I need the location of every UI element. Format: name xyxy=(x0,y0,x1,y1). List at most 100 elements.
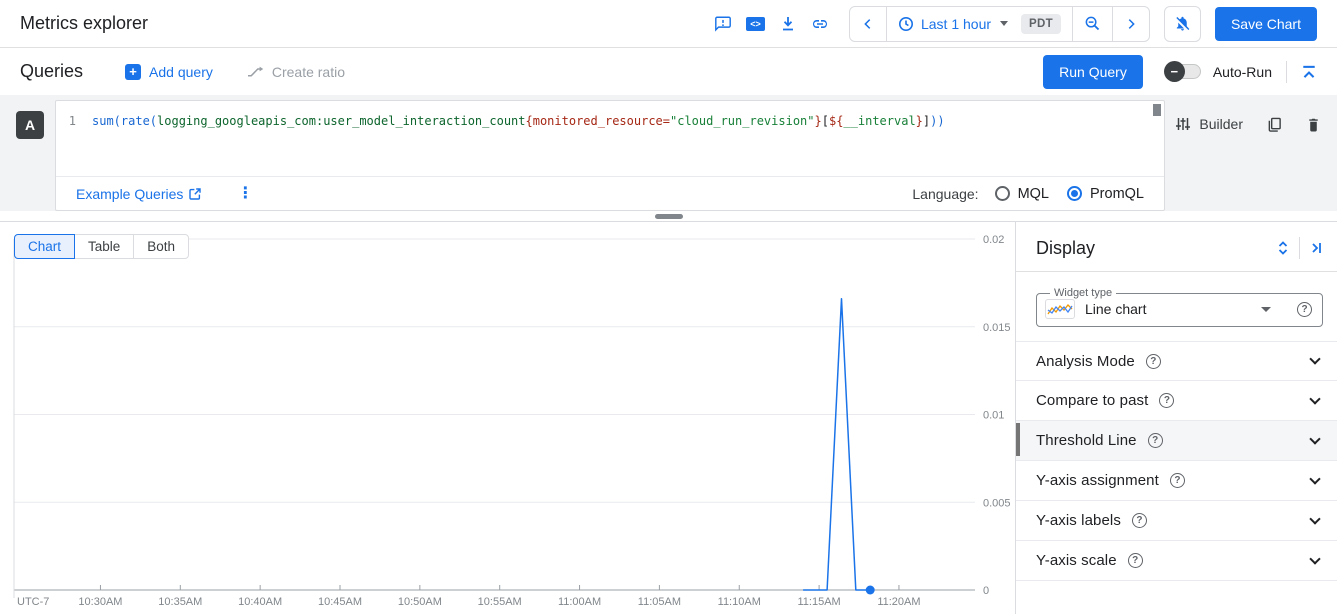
section-label: Y-axis assignment xyxy=(1036,472,1159,489)
time-back-button[interactable] xyxy=(850,7,886,41)
svg-text:10:45AM: 10:45AM xyxy=(318,596,362,608)
add-query-label: Add query xyxy=(149,64,213,80)
section-label: Y-axis scale xyxy=(1036,552,1117,569)
svg-text:11:00AM: 11:00AM xyxy=(558,596,601,608)
example-queries-link[interactable]: Example Queries xyxy=(76,186,201,202)
external-link-icon xyxy=(189,188,201,200)
section-label: Threshold Line xyxy=(1036,432,1137,449)
language-radio-promql[interactable]: PromQL xyxy=(1067,186,1144,202)
editor-scrollbar[interactable] xyxy=(1153,104,1161,116)
query-editor-section: A 1 sum(rate(logging_googleapis_com:user… xyxy=(0,95,1337,211)
time-range-label: Last 1 hour xyxy=(921,16,991,32)
line-number: 1 xyxy=(56,114,92,176)
language-radio-mql[interactable]: MQL xyxy=(995,186,1049,202)
chart-area: ChartTableBoth 00.0050.010.0150.0210:30A… xyxy=(0,222,1015,614)
builder-button[interactable]: Builder xyxy=(1175,116,1243,132)
timezone-badge: PDT xyxy=(1021,14,1061,34)
chevron-down-icon xyxy=(1309,553,1320,564)
tab-both[interactable]: Both xyxy=(133,234,189,259)
section-threshold-line[interactable]: Threshold Line xyxy=(1016,421,1337,461)
header: Metrics explorer Last 1 hour xyxy=(0,0,1337,48)
divider xyxy=(1299,237,1300,259)
add-query-button[interactable]: Add query xyxy=(125,64,213,80)
help-icon[interactable] xyxy=(1128,553,1143,568)
feedback-icon[interactable] xyxy=(714,15,732,33)
svg-text:11:15AM: 11:15AM xyxy=(797,596,840,608)
embed-code-icon[interactable] xyxy=(746,17,765,31)
toggle-knob-icon xyxy=(1164,61,1185,82)
svg-text:11:10AM: 11:10AM xyxy=(718,596,761,608)
auto-run-label: Auto-Run xyxy=(1213,64,1272,80)
radio-icon xyxy=(995,186,1010,201)
help-icon[interactable] xyxy=(1148,433,1163,448)
help-icon[interactable] xyxy=(1159,393,1174,408)
header-actions: Last 1 hour PDT Save Chart xyxy=(714,6,1317,42)
display-panel-title: Display xyxy=(1036,238,1095,259)
delete-query-button[interactable] xyxy=(1306,117,1321,132)
line-chart[interactable]: 00.0050.010.0150.0210:30AM10:35AM10:40AM… xyxy=(0,222,1015,614)
tune-icon xyxy=(1175,116,1191,132)
trash-icon xyxy=(1306,117,1321,132)
svg-text:0.005: 0.005 xyxy=(983,497,1011,509)
section-y-axis-scale[interactable]: Y-axis scale xyxy=(1016,541,1337,581)
svg-text:11:05AM: 11:05AM xyxy=(638,596,681,608)
expand-all-sections-icon[interactable] xyxy=(1276,240,1290,256)
copy-icon xyxy=(1267,117,1282,132)
divider xyxy=(1286,61,1287,83)
svg-text:10:50AM: 10:50AM xyxy=(398,596,442,608)
dropdown-caret-icon[interactable] xyxy=(1261,307,1271,312)
clock-icon xyxy=(898,16,914,32)
svg-text:10:30AM: 10:30AM xyxy=(78,596,122,608)
collapse-panel-icon[interactable] xyxy=(1309,241,1323,255)
section-analysis-mode[interactable]: Analysis Mode xyxy=(1016,341,1337,381)
section-y-axis-labels[interactable]: Y-axis labels xyxy=(1016,501,1337,541)
chevron-down-icon xyxy=(1000,21,1008,26)
svg-text:10:40AM: 10:40AM xyxy=(238,596,282,608)
promql-query[interactable]: sum(rate(logging_googleapis_com:user_mod… xyxy=(92,114,945,176)
tab-table[interactable]: Table xyxy=(74,234,134,259)
plus-icon xyxy=(125,64,141,80)
language-option-label: PromQL xyxy=(1090,186,1144,202)
svg-text:0.01: 0.01 xyxy=(983,410,1004,422)
panel-scrollbar[interactable] xyxy=(1016,423,1020,456)
zoom-out-button[interactable] xyxy=(1072,7,1112,41)
create-ratio-label: Create ratio xyxy=(272,64,345,80)
download-icon[interactable] xyxy=(779,15,797,33)
radio-icon xyxy=(1067,186,1082,201)
svg-text:10:35AM: 10:35AM xyxy=(158,596,202,608)
auto-run-toggle[interactable] xyxy=(1165,64,1201,79)
auto-refresh-off-button[interactable] xyxy=(1164,6,1201,42)
section-y-axis-assignment[interactable]: Y-axis assignment xyxy=(1016,461,1337,501)
run-query-button[interactable]: Run Query xyxy=(1043,55,1143,89)
help-icon[interactable] xyxy=(1132,513,1147,528)
copy-link-icon[interactable] xyxy=(811,15,829,33)
queries-toolbar: Queries Add query Create ratio Run Query… xyxy=(0,48,1337,95)
svg-text:11:20AM: 11:20AM xyxy=(877,596,920,608)
collapse-queries-button[interactable] xyxy=(1301,64,1317,80)
svg-text:0.015: 0.015 xyxy=(983,322,1011,334)
tab-chart[interactable]: Chart xyxy=(14,234,75,259)
time-forward-button[interactable] xyxy=(1112,7,1149,41)
widget-type-select[interactable]: Widget type Line chart xyxy=(1036,287,1323,327)
time-range-button[interactable]: Last 1 hour PDT xyxy=(886,7,1072,41)
resize-handle[interactable] xyxy=(655,214,683,219)
builder-label: Builder xyxy=(1199,116,1243,132)
code-editor[interactable]: 1 sum(rate(logging_googleapis_com:user_m… xyxy=(56,101,1164,177)
help-icon[interactable] xyxy=(1146,354,1161,369)
save-chart-button[interactable]: Save Chart xyxy=(1215,7,1317,41)
section-compare-to-past[interactable]: Compare to past xyxy=(1016,381,1337,421)
section-label: Compare to past xyxy=(1036,392,1148,409)
more-options-icon[interactable] xyxy=(237,186,253,202)
queries-title: Queries xyxy=(20,61,83,82)
view-tabs: ChartTableBoth xyxy=(14,234,189,259)
help-icon[interactable] xyxy=(1170,473,1185,488)
editor-footer: Example Queries Language: MQLPromQL xyxy=(56,177,1164,210)
create-ratio-button: Create ratio xyxy=(247,64,345,80)
help-icon[interactable] xyxy=(1297,302,1312,317)
svg-text:UTC-7: UTC-7 xyxy=(17,596,49,608)
editor-side-actions: Builder xyxy=(1175,116,1321,132)
copy-query-button[interactable] xyxy=(1267,117,1282,132)
language-option-label: MQL xyxy=(1018,186,1049,202)
svg-text:0.02: 0.02 xyxy=(983,234,1004,246)
query-letter-badge: A xyxy=(16,111,44,139)
